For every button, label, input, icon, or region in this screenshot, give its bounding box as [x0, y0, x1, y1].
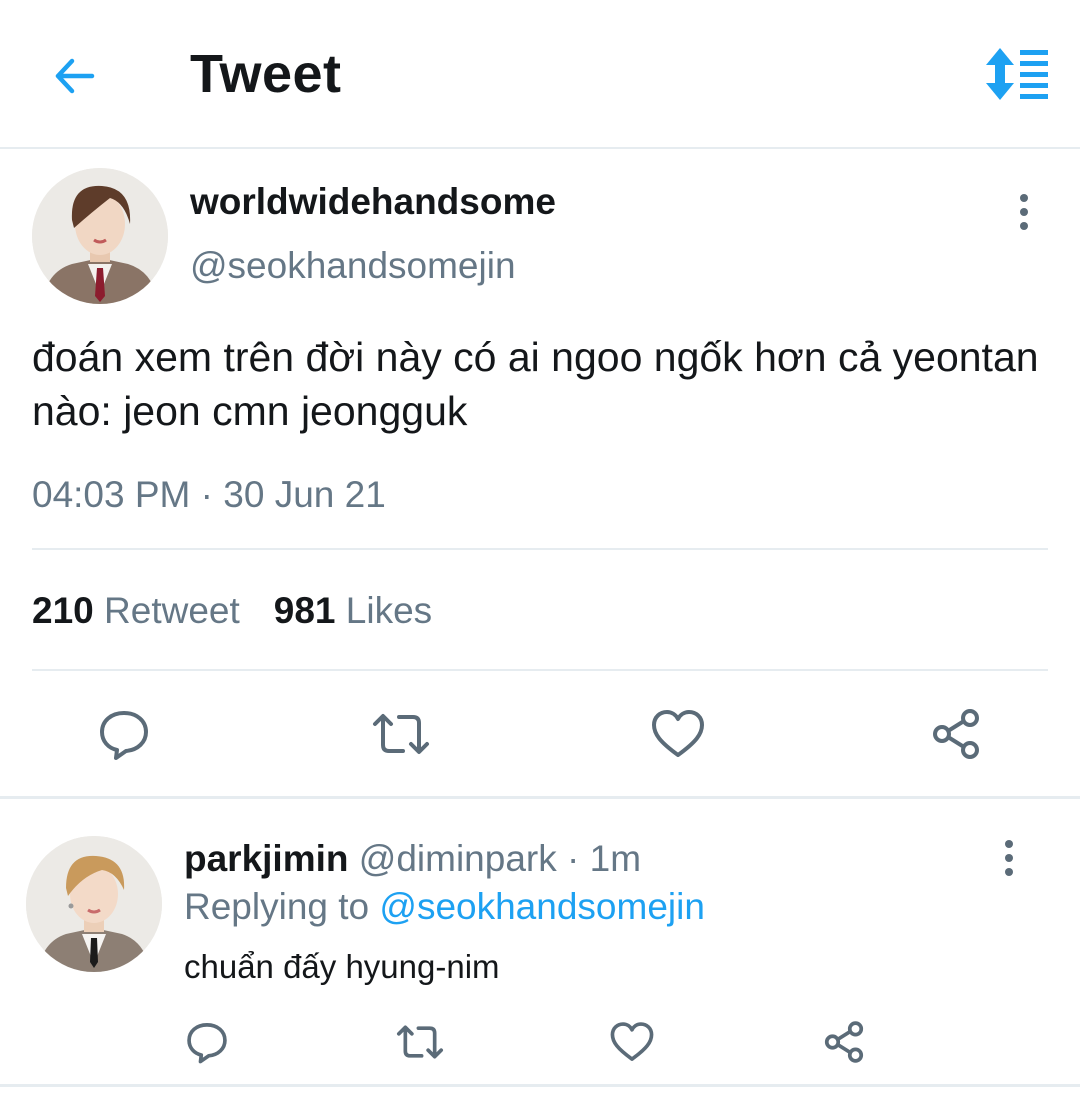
retweet-button[interactable] — [369, 702, 433, 766]
tweet-time: 04:03 PM — [32, 474, 191, 515]
reply-reply-button[interactable] — [175, 1010, 239, 1074]
like-icon — [652, 710, 704, 757]
reply-icon — [187, 1023, 227, 1064]
reply-profile-photo — [26, 836, 162, 972]
tweet-timestamp: 04:03 PM · 30 Jun 21 — [32, 474, 386, 515]
replying-to: Replying to @seokhandsomejin — [184, 884, 705, 930]
display-name[interactable]: worldwidehandsome — [190, 180, 556, 224]
retweet-count: 210 — [32, 590, 94, 631]
tweet-stats: 210 Retweet 981 Likes — [32, 588, 432, 634]
retweet-label: Retweet — [104, 590, 240, 631]
header-divider — [0, 147, 1080, 149]
tweet-text: đoán xem trên đời này có ai ngoo ngốk hơ… — [32, 334, 1039, 434]
sort-button[interactable] — [982, 44, 1052, 104]
reply-more-options-button[interactable] — [989, 828, 1029, 888]
share-icon — [824, 1021, 864, 1063]
section-divider — [0, 1084, 1080, 1087]
share-button[interactable] — [924, 702, 988, 766]
user-handle[interactable]: @seokhandsomejin — [190, 244, 516, 288]
reply-display-name[interactable]: parkjimin — [184, 838, 349, 879]
retweet-icon — [396, 1025, 444, 1059]
arrow-left-icon — [55, 58, 95, 94]
like-count: 981 — [273, 590, 336, 631]
like-button[interactable] — [646, 702, 710, 766]
tweet-date: 30 Jun 21 — [223, 474, 386, 515]
sort-list-icon — [986, 48, 1048, 100]
reply-text: chuẩn đấy hyung-nim — [184, 948, 500, 985]
reply-icon — [100, 711, 148, 760]
more-dots-icon — [1020, 194, 1028, 202]
more-dots-icon — [1005, 840, 1013, 848]
replying-to-mention[interactable]: @seokhandsomejin — [379, 886, 705, 927]
reply-share-button[interactable] — [812, 1010, 876, 1074]
share-icon — [933, 709, 979, 759]
reply-retweet-button[interactable] — [388, 1010, 452, 1074]
reply-header: parkjimin @diminpark · 1m — [184, 838, 642, 879]
top-app-bar: Tweet — [0, 0, 1080, 148]
replying-to-label: Replying to — [184, 886, 370, 927]
back-button[interactable] — [44, 46, 104, 106]
divider — [32, 669, 1048, 671]
likes-stat[interactable]: 981 Likes — [274, 590, 432, 631]
likes-label: Likes — [345, 590, 433, 631]
reply-handle[interactable]: @diminpark — [359, 838, 557, 879]
profile-photo — [32, 168, 168, 304]
retweet-stat[interactable]: 210 Retweet — [32, 590, 240, 631]
reply-button[interactable] — [92, 702, 156, 766]
page-title: Tweet — [190, 44, 342, 104]
section-divider — [0, 796, 1080, 799]
retweet-icon — [373, 714, 429, 754]
reply-time: 1m — [589, 838, 642, 879]
divider — [32, 548, 1048, 550]
reply-like-button[interactable] — [600, 1010, 664, 1074]
avatar[interactable] — [32, 168, 168, 304]
reply-avatar[interactable] — [26, 836, 162, 972]
more-options-button[interactable] — [1004, 182, 1044, 242]
like-icon — [610, 1022, 654, 1061]
